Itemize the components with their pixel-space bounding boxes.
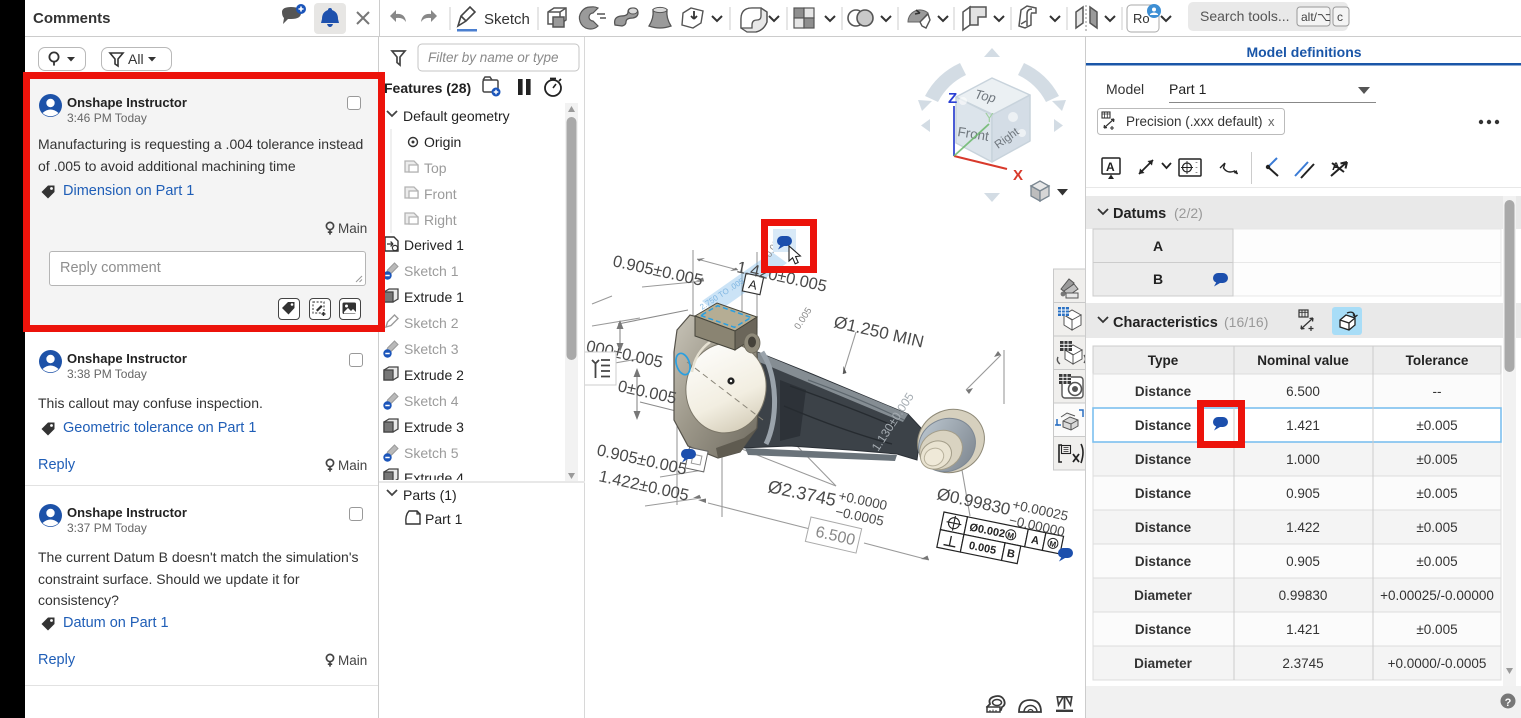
svg-text:+0.0000/-0.0005: +0.0000/-0.0005 <box>1388 656 1487 671</box>
svg-text:Distance: Distance <box>1135 486 1192 501</box>
svg-text:Derived 1: Derived 1 <box>404 237 464 253</box>
svg-text:Z: Z <box>948 90 957 107</box>
svg-text:Type: Type <box>1148 353 1179 368</box>
svg-text:Y: Y <box>985 110 994 125</box>
svg-text:Top: Top <box>424 160 447 176</box>
svg-text:Ro: Ro <box>1133 11 1150 26</box>
svg-text:Distance: Distance <box>1135 554 1192 569</box>
svg-text:0.005: 0.005 <box>792 306 814 332</box>
svg-text:1.421: 1.421 <box>1286 418 1320 433</box>
svg-text:Distance: Distance <box>1135 418 1192 433</box>
svg-text:0.905: 0.905 <box>1286 486 1320 501</box>
svg-text:Distance: Distance <box>1135 622 1192 637</box>
svg-text:(16/16): (16/16) <box>1224 314 1268 330</box>
svg-text:±0.005: ±0.005 <box>1416 452 1457 467</box>
svg-text:1.421: 1.421 <box>1286 622 1320 637</box>
svg-text:Characteristics: Characteristics <box>1113 315 1218 331</box>
svg-text:Parts (1): Parts (1) <box>403 487 457 503</box>
svg-text:Sketch 5: Sketch 5 <box>404 445 459 461</box>
svg-text:Part 1: Part 1 <box>1169 81 1207 97</box>
svg-text:Sketch: Sketch <box>484 11 530 28</box>
svg-text:Sketch 3: Sketch 3 <box>404 341 459 357</box>
svg-text:B: B <box>1153 271 1163 287</box>
svg-text:Distance: Distance <box>1135 520 1192 535</box>
svg-text:x: x <box>1268 114 1275 129</box>
svg-text:0.905: 0.905 <box>1286 554 1320 569</box>
svg-text:Origin: Origin <box>424 134 461 150</box>
svg-text:Extrude 1: Extrude 1 <box>404 289 464 305</box>
svg-text:Datums: Datums <box>1113 206 1166 222</box>
svg-text:Model: Model <box>1106 81 1144 97</box>
svg-text:Default geometry: Default geometry <box>403 108 510 124</box>
svg-text:Distance: Distance <box>1135 452 1192 467</box>
svg-text:?: ? <box>1505 697 1512 709</box>
svg-text:Extrude 2: Extrude 2 <box>404 367 464 383</box>
svg-text:Distance: Distance <box>1135 384 1192 399</box>
svg-text:--: -- <box>1433 384 1442 399</box>
svg-text:0.99830: 0.99830 <box>1279 588 1328 603</box>
svg-text:c: c <box>1337 10 1343 24</box>
svg-text:+0.00025/-0.00000: +0.00025/-0.00000 <box>1380 588 1494 603</box>
svg-text:(2/2): (2/2) <box>1174 205 1203 221</box>
svg-text:Filter by name or type: Filter by name or type <box>428 50 559 65</box>
svg-text:A: A <box>1153 238 1163 254</box>
svg-text:Nominal value: Nominal value <box>1257 353 1349 368</box>
svg-text:alt/⌥: alt/⌥ <box>1301 10 1331 24</box>
svg-text:A: A <box>1332 161 1340 173</box>
svg-text:Tolerance: Tolerance <box>1406 353 1469 368</box>
svg-text:Extrude 3: Extrude 3 <box>404 419 464 435</box>
svg-text:6.500: 6.500 <box>1286 384 1320 399</box>
svg-text:Model definitions: Model definitions <box>1246 44 1361 60</box>
svg-text:±0.005: ±0.005 <box>1416 622 1457 637</box>
svg-text:±0.005: ±0.005 <box>1416 418 1457 433</box>
svg-text:±0.005: ±0.005 <box>1416 554 1457 569</box>
svg-text:Part 1: Part 1 <box>425 511 463 527</box>
svg-text:X: X <box>1013 167 1023 184</box>
svg-text:Search tools...: Search tools... <box>1200 8 1290 24</box>
svg-text:Diameter: Diameter <box>1134 588 1193 603</box>
svg-text:±0.005: ±0.005 <box>1416 520 1457 535</box>
svg-text:±0.005: ±0.005 <box>1416 486 1457 501</box>
svg-text:1.000: 1.000 <box>1286 452 1320 467</box>
svg-text:2.3745: 2.3745 <box>1282 656 1323 671</box>
svg-text:Sketch 4: Sketch 4 <box>404 393 459 409</box>
svg-text:Front: Front <box>424 186 457 202</box>
svg-text:1.422: 1.422 <box>1286 520 1320 535</box>
svg-text:Sketch 1: Sketch 1 <box>404 263 459 279</box>
svg-text:Comments: Comments <box>33 10 111 27</box>
svg-text:0.905±0.005: 0.905±0.005 <box>611 252 704 289</box>
svg-text:All: All <box>128 51 144 67</box>
svg-text:Ø2.3745: Ø2.3745 <box>766 476 838 510</box>
svg-text:Ø1.250 MIN: Ø1.250 MIN <box>832 312 926 351</box>
svg-text:Diameter: Diameter <box>1134 656 1193 671</box>
svg-text:Sketch 2: Sketch 2 <box>404 315 459 331</box>
svg-text:Precision (.xxx default): Precision (.xxx default) <box>1126 114 1263 129</box>
svg-text:A: A <box>1106 160 1115 174</box>
svg-text:Right: Right <box>424 212 457 228</box>
svg-text:Features (28): Features (28) <box>384 80 471 96</box>
